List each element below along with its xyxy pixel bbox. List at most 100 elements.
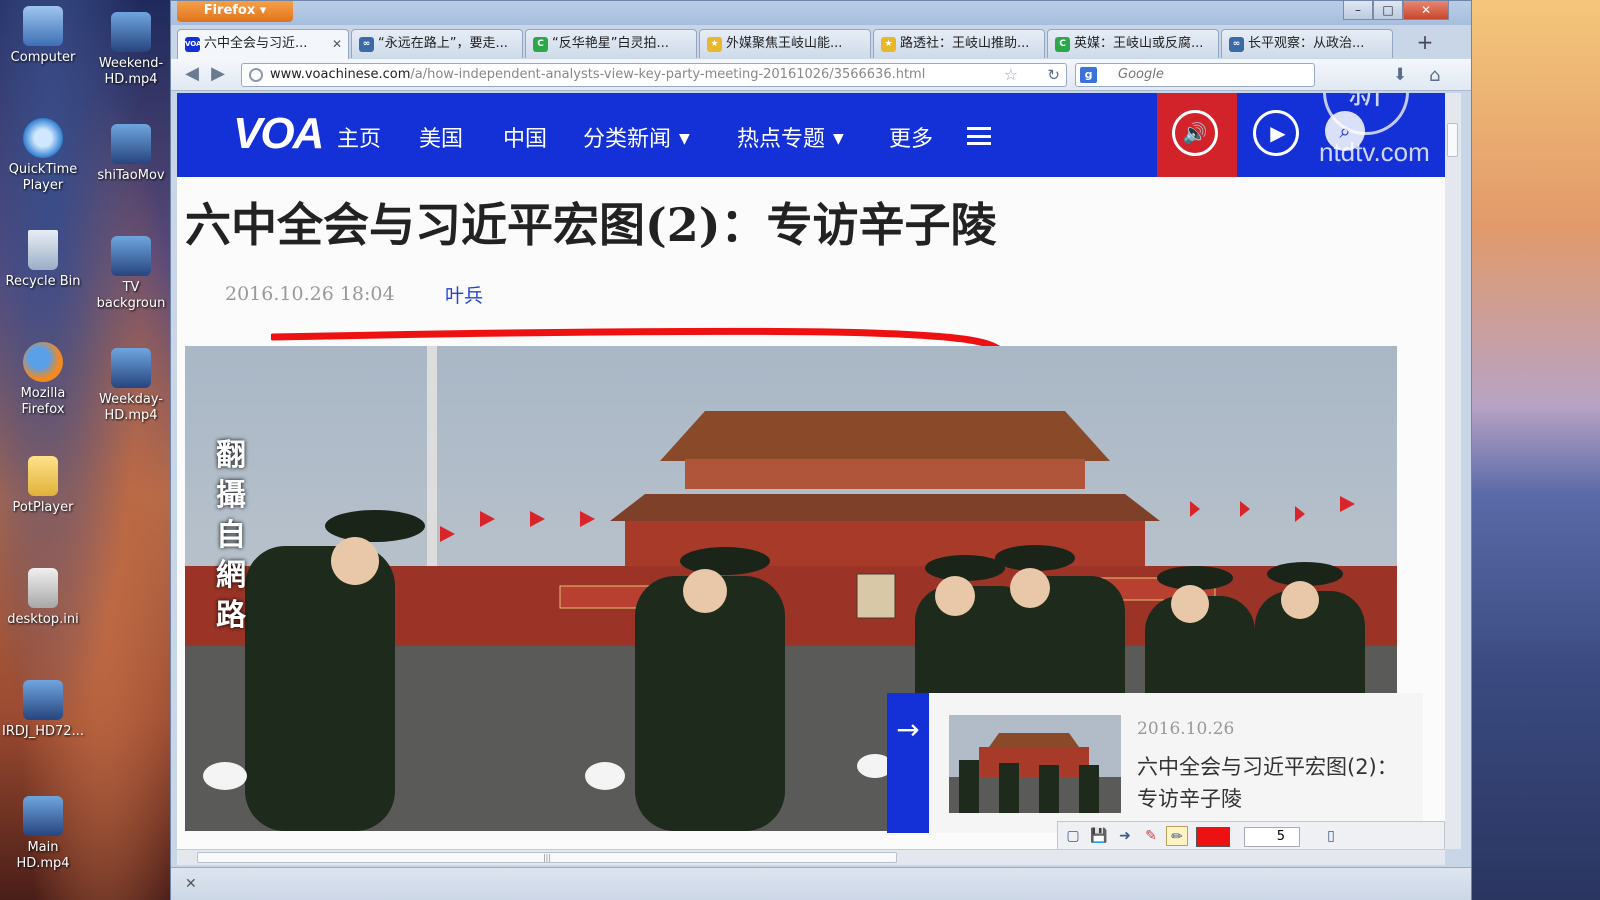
tab-5[interactable]: ★ 路透社：王岐山推助... bbox=[873, 29, 1045, 58]
speaker-icon[interactable]: 🔊 bbox=[1172, 110, 1218, 156]
article-headline: 六中全会与习近平宏图(2)：专访辛子陵 bbox=[185, 198, 997, 252]
video-file-icon bbox=[111, 12, 151, 52]
desktop-icon-tv-background[interactable]: TV backgroun bbox=[88, 236, 174, 312]
desktop-icon-desktop-ini[interactable]: desktop.ini bbox=[0, 568, 86, 628]
arrow-right-icon: → bbox=[887, 693, 929, 833]
audio-block: 🔊 bbox=[1157, 93, 1237, 177]
browser-window: Firefox ▾ – □ ✕ VOA 六中全会与习近... ✕ ∞ “永远在路… bbox=[170, 0, 1472, 900]
settings-file-icon bbox=[28, 568, 58, 608]
tab-label: 长平观察：从政治... bbox=[1248, 36, 1365, 51]
bookmark-star-icon[interactable]: ☆ bbox=[1004, 64, 1018, 86]
download-arrow-icon[interactable]: ⬇ bbox=[1393, 65, 1407, 85]
tab-7[interactable]: ∞ 长平观察：从政治... bbox=[1221, 29, 1393, 58]
status-bar: ✕ bbox=[171, 867, 1471, 900]
video-file-icon bbox=[23, 796, 63, 836]
desktop-icon-quicktime[interactable]: QuickTime Player bbox=[0, 118, 86, 194]
voa-favicon-icon: VOA bbox=[185, 37, 201, 52]
maximize-button[interactable]: □ bbox=[1373, 1, 1403, 20]
vertical-scrollbar[interactable] bbox=[1445, 93, 1461, 849]
desktop-icon-weekend-video[interactable]: Weekend-HD.mp4 bbox=[88, 12, 174, 88]
desktop-right-wallpaper bbox=[1472, 0, 1600, 900]
close-tab-icon[interactable]: ✕ bbox=[332, 30, 342, 58]
forward-arrow-icon[interactable]: ▶ bbox=[207, 64, 229, 86]
close-window-button[interactable]: ✕ bbox=[1403, 1, 1449, 20]
pen-size-input[interactable]: 5 bbox=[1244, 827, 1300, 847]
site-favicon-icon: ★ bbox=[881, 37, 896, 52]
new-tab-button[interactable]: + bbox=[1413, 31, 1437, 55]
related-article-card[interactable]: → 2016.10.26 六中全会与习近平宏图(2)：专访辛子陵 bbox=[887, 693, 1423, 833]
tab-2[interactable]: ∞ “永远在路上”，要走... bbox=[351, 29, 523, 58]
voa-logo[interactable]: VOA bbox=[233, 109, 324, 159]
url-bar[interactable]: www.voachinese.com/a/how-independent-ana… bbox=[241, 63, 1067, 87]
home-icon[interactable]: ⌂ bbox=[1429, 65, 1440, 86]
folder-icon bbox=[28, 456, 58, 496]
tab-4[interactable]: ★ 外媒聚焦王岐山能... bbox=[699, 29, 871, 58]
related-article-date: 2016.10.26 bbox=[1137, 719, 1235, 739]
nav-china[interactable]: 中国 bbox=[503, 121, 547, 153]
link-favicon-icon: ∞ bbox=[1229, 37, 1244, 52]
tab-label: “反华艳星”白灵拍... bbox=[552, 36, 669, 51]
hamburger-menu-icon[interactable] bbox=[967, 127, 991, 145]
close-addon-bar-icon[interactable]: ✕ bbox=[185, 876, 197, 892]
new-page-icon[interactable]: ▢ bbox=[1062, 826, 1084, 846]
tab-6[interactable]: C 英媒：王岐山或反腐... bbox=[1047, 29, 1219, 58]
desktop-icon-recycle-bin[interactable]: Recycle Bin bbox=[0, 230, 86, 290]
site-favicon-icon: ★ bbox=[707, 37, 722, 52]
video-file-icon bbox=[111, 236, 151, 276]
nav-home[interactable]: 主页 bbox=[337, 121, 381, 153]
ntdtv-watermark-text: ntdtv.com bbox=[1319, 137, 1430, 167]
url-domain: www.voachinese.com bbox=[270, 67, 411, 82]
video-file-icon bbox=[111, 124, 151, 164]
pointer-icon[interactable]: ➜ bbox=[1114, 826, 1136, 846]
video-file-icon bbox=[23, 680, 63, 720]
navigation-bar: ◀ ▶ www.voachinese.com/a/how-independent… bbox=[171, 59, 1471, 91]
desktop-icon-irdj-video[interactable]: IRDJ_HD72... bbox=[0, 680, 86, 740]
reload-icon[interactable]: ↻ bbox=[1047, 64, 1060, 86]
desktop-icon-firefox[interactable]: Mozilla Firefox bbox=[0, 342, 86, 418]
related-thumbnail-illustration bbox=[949, 715, 1121, 813]
desktop-icon-weekday-video[interactable]: Weekday-HD.mp4 bbox=[88, 348, 174, 424]
nav-topics[interactable]: 热点专题 ▼ bbox=[737, 121, 844, 153]
globe-icon bbox=[249, 68, 263, 82]
google-search-engine-icon[interactable]: g bbox=[1080, 67, 1097, 83]
horizontal-scroll-thumb[interactable]: ||| bbox=[197, 852, 897, 863]
firefox-menu-button[interactable]: Firefox ▾ bbox=[177, 1, 293, 22]
link-favicon-icon: ∞ bbox=[359, 37, 374, 52]
back-arrow-icon[interactable]: ◀ bbox=[181, 64, 203, 86]
title-bar: Firefox ▾ – □ ✕ bbox=[171, 1, 1471, 25]
annotation-toolbar: ▢ 💾 ➜ ✎ ✏ 5 ▯ bbox=[1057, 821, 1445, 849]
pen-tool-icon[interactable]: ✏ bbox=[1166, 826, 1188, 846]
nav-categories[interactable]: 分类新闻 ▼ bbox=[583, 121, 690, 153]
computer-icon bbox=[23, 6, 63, 46]
pen-color-swatch[interactable] bbox=[1196, 827, 1230, 847]
voa-site-header: VOA 主页 美国 中国 分类新闻▼ 热点专题▼ 更多 🔊 ▶ ⌕ 新 ntdt… bbox=[177, 93, 1445, 177]
tab-voa-article[interactable]: VOA 六中全会与习近... ✕ bbox=[177, 29, 349, 60]
chevron-down-icon: ▼ bbox=[679, 131, 690, 147]
tab-3[interactable]: C “反华艳星”白灵拍... bbox=[525, 29, 697, 58]
chevron-down-icon: ▼ bbox=[833, 131, 844, 147]
desktop-icon-main-video[interactable]: Main HD.mp4 bbox=[0, 796, 86, 872]
play-icon[interactable]: ▶ bbox=[1253, 110, 1299, 156]
nav-topics-label: 热点专题 bbox=[737, 127, 826, 152]
size-slider-handle[interactable]: ▯ bbox=[1320, 826, 1342, 846]
horizontal-scrollbar[interactable]: ||| bbox=[177, 849, 1445, 865]
minimize-button[interactable]: – bbox=[1343, 1, 1373, 20]
desktop-icon-shitao[interactable]: shiTaoMov bbox=[88, 124, 174, 184]
tab-label: 外媒聚焦王岐山能... bbox=[726, 36, 843, 51]
nav-more[interactable]: 更多 bbox=[889, 121, 933, 153]
save-icon[interactable]: 💾 bbox=[1088, 826, 1110, 846]
nav-categories-label: 分类新闻 bbox=[583, 127, 672, 152]
article-author-link[interactable]: 叶兵 bbox=[445, 281, 483, 308]
desktop-icon-computer[interactable]: Computer bbox=[0, 6, 86, 66]
video-file-icon bbox=[111, 348, 151, 388]
url-path: /a/how-independent-analysts-view-key-par… bbox=[410, 67, 926, 82]
site-favicon-icon: C bbox=[1055, 37, 1070, 52]
firefox-icon bbox=[23, 342, 63, 382]
desktop-icon-potplayer[interactable]: PotPlayer bbox=[0, 456, 86, 516]
quicktime-icon bbox=[23, 118, 63, 158]
nav-usa[interactable]: 美国 bbox=[419, 121, 463, 153]
vertical-scroll-thumb[interactable] bbox=[1447, 123, 1458, 157]
related-article-title[interactable]: 六中全会与习近平宏图(2)：专访辛子陵 bbox=[1137, 751, 1407, 815]
eraser-icon[interactable]: ✎ bbox=[1140, 826, 1162, 846]
search-bar[interactable]: g Google bbox=[1075, 63, 1315, 87]
